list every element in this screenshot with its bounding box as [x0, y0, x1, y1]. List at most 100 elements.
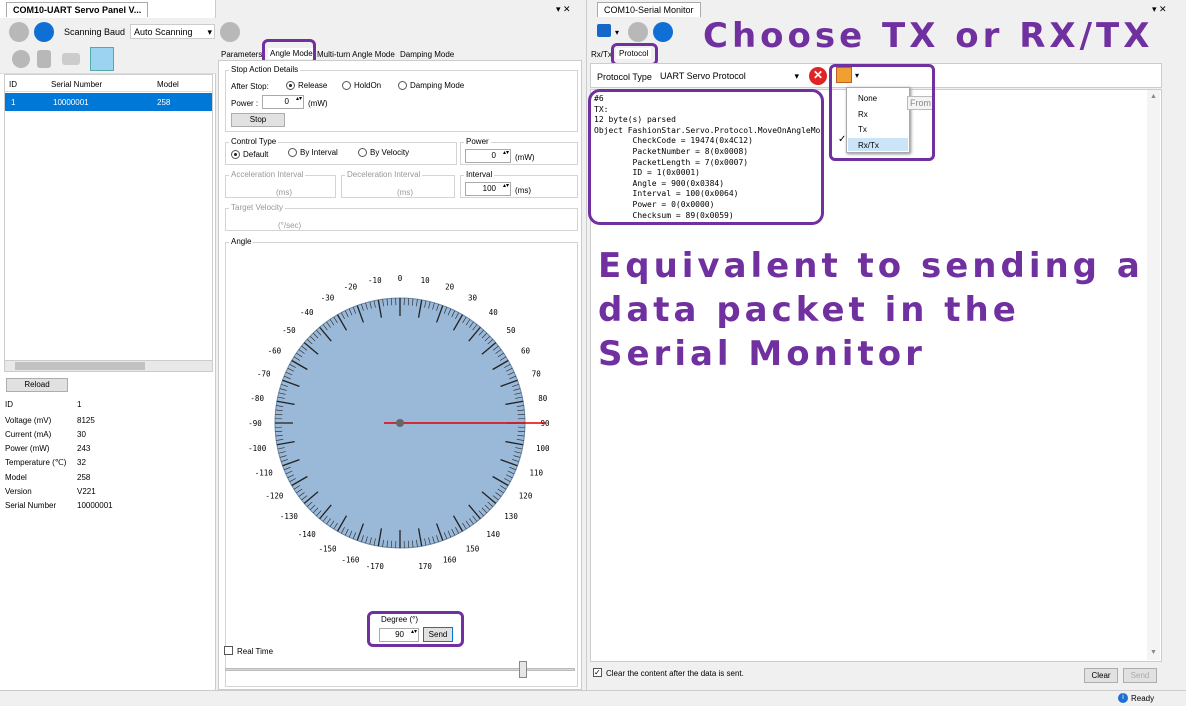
chevron-up-icon[interactable]: ▲	[1150, 93, 1157, 100]
stop-icon[interactable]	[34, 22, 54, 42]
radio-icon	[286, 81, 295, 91]
tab-rxtx[interactable]: Rx/Tx	[591, 50, 612, 59]
velocity-unit: (°/sec)	[278, 221, 302, 230]
servo-active-icon[interactable]	[90, 47, 114, 71]
filter-highlight	[829, 64, 935, 161]
power-value-stepper[interactable]: 0	[465, 149, 511, 163]
dial-tick-label: 10	[421, 276, 431, 285]
send-angle-button[interactable]: Send	[423, 627, 453, 642]
realtime-checkbox[interactable]	[224, 646, 233, 655]
right-window-tab[interactable]: COM10-Serial Monitor	[597, 2, 701, 17]
decel-unit: (ms)	[397, 188, 413, 197]
radio-icon	[398, 81, 407, 91]
stop-button[interactable]: Stop	[231, 113, 285, 127]
play-icon[interactable]	[628, 22, 648, 42]
chevron-down-icon[interactable]: ▾	[615, 28, 619, 37]
dial-tick-label: -140	[298, 530, 317, 539]
target-icon[interactable]	[220, 22, 240, 42]
radio-by-interval[interactable]: By Interval	[288, 148, 338, 158]
servo-icon[interactable]	[62, 53, 80, 65]
info-label: Version	[5, 487, 32, 496]
dial-tick-label: 20	[445, 283, 455, 292]
tab-damping[interactable]: Damping Mode	[400, 50, 454, 59]
dial-tick-label: 50	[507, 326, 517, 335]
dial-tick-label: -100	[248, 444, 267, 453]
dial-tick-label: 150	[466, 545, 480, 554]
power-group-unit: (mW)	[515, 153, 535, 162]
radio-label: By Velocity	[370, 148, 410, 157]
decel-title: Deceleration Interval	[345, 170, 423, 179]
scan-baud-select[interactable]: Auto Scanning ▾	[130, 24, 215, 39]
interval-stepper[interactable]: 100	[465, 182, 511, 196]
antenna-icon[interactable]	[37, 50, 51, 68]
radio-by-velocity[interactable]: By Velocity	[358, 148, 410, 158]
control-type-title: Control Type	[229, 137, 279, 146]
info-row: Voltage (mV) 8125	[0, 416, 200, 430]
accel-title: Acceleration Interval	[229, 170, 306, 179]
control-type-group: Control Type Default By Interval By Velo…	[225, 137, 457, 165]
radio-label: Release	[298, 81, 328, 90]
power-unit: (mW)	[308, 99, 328, 108]
clear-button[interactable]: Clear	[1084, 668, 1118, 683]
radio-default[interactable]: Default	[231, 150, 269, 160]
info-value: 258	[77, 473, 91, 482]
power-stepper[interactable]: 0	[262, 95, 304, 109]
radio-label: Default	[243, 150, 269, 159]
close-icon[interactable]: ✕	[809, 67, 827, 85]
dial-tick-label: 80	[538, 394, 548, 403]
send-button[interactable]: Send	[1123, 668, 1157, 683]
left-window-tab[interactable]: COM10-UART Servo Panel V...	[6, 2, 149, 17]
search-servo-icon[interactable]	[12, 50, 30, 68]
dial-tick-label: -110	[255, 469, 274, 478]
clear-after-checkbox[interactable]: ✓	[593, 668, 602, 677]
radio-icon	[231, 150, 240, 160]
info-value: 30	[77, 430, 86, 439]
tab-parameters[interactable]: Parameters	[221, 50, 262, 59]
realtime-label: Real Time	[237, 647, 274, 656]
stop-icon[interactable]	[653, 22, 673, 42]
dial-tick-label: -150	[318, 545, 337, 554]
info-value: V221	[77, 487, 96, 496]
tab-multi-turn[interactable]: Multi-turn Angle Mode	[317, 50, 395, 59]
info-row: Temperature (℃) 32	[0, 458, 200, 472]
radio-holdon[interactable]: HoldOn	[342, 81, 381, 91]
dial-tick-label: -90	[248, 419, 262, 428]
table-hscrollbar[interactable]	[4, 360, 213, 372]
annotation-top: Choose TX or RX/TX	[703, 16, 1154, 56]
cell-serial: 10000001	[53, 98, 89, 107]
status-bar	[0, 690, 1186, 706]
info-icon: i	[1118, 693, 1128, 703]
info-label: Model	[5, 473, 27, 482]
col-id[interactable]: ID	[9, 80, 17, 89]
dial-tick-label: 40	[489, 308, 499, 317]
dial-tick-label: -10	[368, 276, 382, 285]
needle-hub	[396, 419, 404, 427]
angle-dial[interactable]: -170-160-150-140-130-120-110-100-90-80-7…	[218, 250, 582, 595]
col-serial[interactable]: Serial Number	[51, 80, 102, 89]
chat-icon[interactable]	[597, 24, 611, 37]
info-value: 10000001	[77, 501, 113, 510]
dial-tick-label: 60	[521, 347, 531, 356]
scrollbar-thumb[interactable]	[15, 362, 145, 370]
degree-stepper[interactable]: 90	[379, 628, 419, 642]
radio-damping[interactable]: Damping Mode	[398, 81, 464, 91]
info-value: 243	[77, 444, 91, 453]
protocol-type-select[interactable]: UART Servo Protocol ▾	[657, 68, 801, 84]
info-value: 32	[77, 458, 86, 467]
info-value: 1	[77, 400, 82, 409]
degree-label: Degree (°)	[381, 615, 418, 624]
angle-slider-thumb[interactable]	[518, 661, 527, 678]
chevron-down-icon[interactable]: ▼	[1150, 649, 1157, 656]
col-model[interactable]: Model	[157, 80, 179, 89]
dial-tick-label: -50	[282, 326, 296, 335]
reload-button[interactable]: Reload	[6, 378, 68, 392]
left-window-buttons: ▾ ✕	[556, 4, 571, 14]
annotation-line-1: Equivalent to sending a	[598, 246, 1144, 286]
log-vscrollbar[interactable]: ▲ ▼	[1147, 90, 1160, 660]
radio-release[interactable]: Release	[286, 81, 328, 91]
interval-title: Interval	[464, 170, 495, 179]
play-icon[interactable]	[9, 22, 29, 42]
table-row[interactable]: 1 10000001 258	[5, 93, 212, 111]
clear-after-label: Clear the content after the data is sent…	[606, 669, 744, 678]
info-value: 8125	[77, 416, 95, 425]
